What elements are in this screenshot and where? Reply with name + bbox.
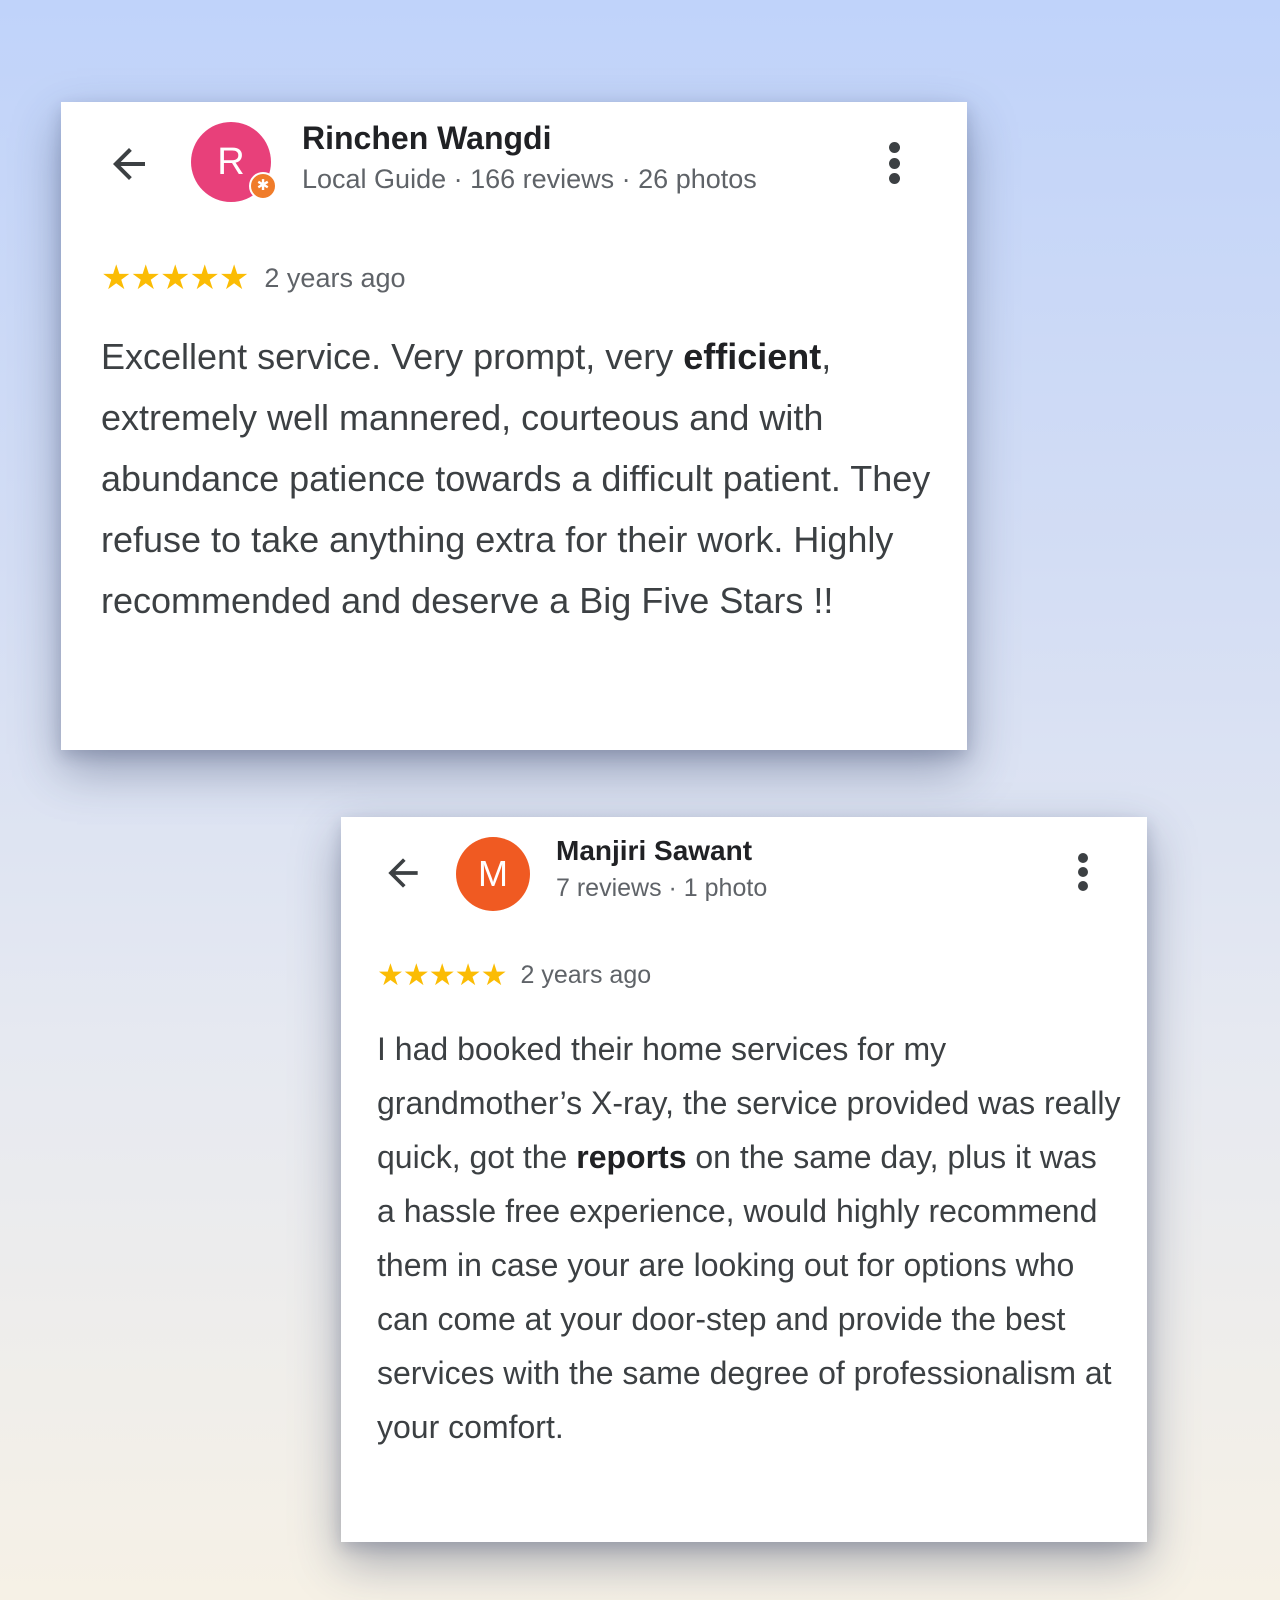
review-text: Excellent service. Very prompt, very eff… [101,336,931,621]
review-time: 2 years ago [520,960,652,989]
avatar-letter: R [217,141,245,183]
more-options-icon[interactable] [1077,853,1089,891]
star-rating-icon: ★★★★★ [101,259,249,297]
star-rating-icon: ★★★★★ [377,958,507,992]
review-time: 2 years ago [264,262,406,293]
local-guide-star-icon: ✱ [249,172,277,200]
rating-row: ★★★★★ 2 years ago [377,957,651,993]
rating-row: ★★★★★ 2 years ago [101,258,406,298]
back-arrow-icon[interactable] [381,851,425,895]
reviewer-meta: 7 reviews · 1 photo [556,874,768,902]
reviewer-name[interactable]: Rinchen Wangdi [302,120,551,157]
avatar-letter: M [478,853,508,894]
avatar[interactable]: M [456,837,530,911]
back-arrow-icon[interactable] [105,140,153,188]
more-options-icon[interactable] [887,142,901,184]
reviewer-meta: Local Guide · 166 reviews · 26 photos [302,164,757,194]
reviewer-name[interactable]: Manjiri Sawant [556,835,752,867]
review-card: R ✱ Rinchen Wangdi Local Guide · 166 rev… [61,102,967,750]
review-text: I had booked their home services for my … [377,1031,1121,1445]
review-card: M Manjiri Sawant 7 reviews · 1 photo ★★★… [341,817,1147,1542]
